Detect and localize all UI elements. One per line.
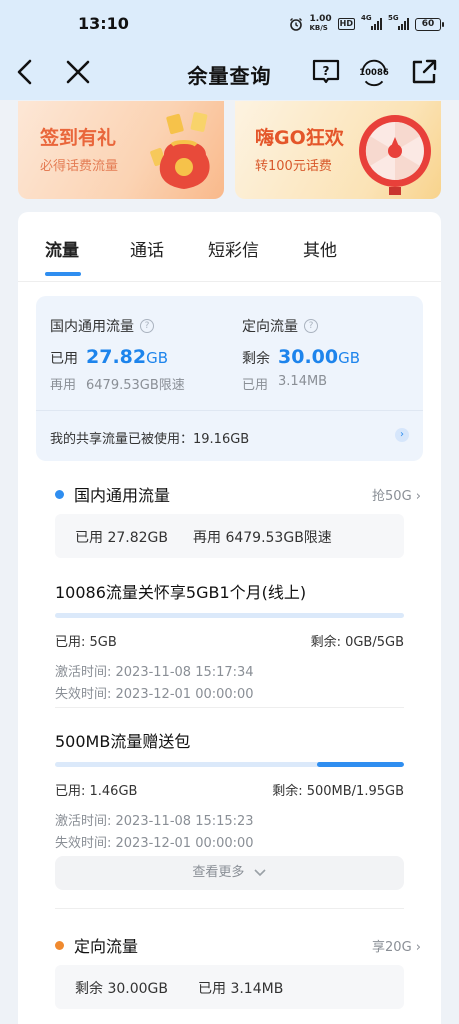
view-more-button[interactable]: 查看更多 <box>55 856 404 890</box>
chevron-right-icon: › <box>395 428 409 442</box>
package-title: 10086流量关怀享5GB1个月(线上) <box>55 583 307 602</box>
banner-title: 签到有礼 <box>40 127 117 149</box>
blue-dot-icon <box>55 489 64 499</box>
help-book-icon: ? <box>312 59 340 84</box>
directed-section-header: 定向流量 <box>55 933 138 957</box>
status-icons: 1.00 KB/S HD 4G 5G 60 <box>289 14 444 33</box>
remain-prefix: 再用 <box>50 378 77 393</box>
package-progress-bar <box>55 762 404 767</box>
package-title: 500MB流量赠送包 <box>55 732 191 751</box>
enjoy-20g-link[interactable]: 享20G › <box>372 936 421 955</box>
grab-50g-link[interactable]: 抢50G › <box>372 485 421 504</box>
active-tab-indicator <box>45 272 81 276</box>
tab-calls[interactable]: 通话 <box>130 236 164 261</box>
banner-title: 嗨GO狂欢 <box>255 127 344 149</box>
net2-label: 5G <box>388 14 399 22</box>
throttle-amount: 再用 6479.53GB限速 <box>193 530 332 546</box>
share-icon <box>412 59 437 84</box>
package-progress-fill <box>316 762 404 767</box>
tab-other[interactable]: 其他 <box>303 236 337 261</box>
remain-prefix: 剩余 <box>242 351 270 367</box>
package-remain: 剩余: 500MB/1.95GB <box>272 784 404 799</box>
hd-badge: HD <box>337 18 355 30</box>
section-title: 定向流量 <box>74 937 139 956</box>
svg-text:?: ? <box>323 64 330 78</box>
domestic-used-value: 27.82 <box>86 346 147 368</box>
signal-5g-icon: 5G <box>388 14 409 30</box>
package-item: 500MB流量赠送包 已用: 1.46GB 剩余: 500MB/1.95GB 激… <box>55 728 404 855</box>
domestic-usage-box: 已用 27.82GB 再用 6479.53GB限速 <box>55 514 404 558</box>
used-amount: 已用 3.14MB <box>198 981 284 997</box>
tab-data[interactable]: 流量 <box>45 236 79 261</box>
carnival-banner[interactable]: 嗨GO狂欢 转100元话费 <box>235 101 441 199</box>
directed-used-value: 3.14MB <box>278 374 328 389</box>
directed-label: 定向流量 <box>242 319 298 335</box>
status-time: 13:10 <box>78 14 129 33</box>
package-item: 10086流量关怀享5GB1个月(线上) 已用: 5GB 剩余: 0GB/5GB… <box>55 579 404 706</box>
link-label: 抢50G <box>372 489 412 504</box>
share-button[interactable] <box>408 56 440 88</box>
divider <box>55 908 404 909</box>
domestic-used-unit: GB <box>146 349 169 367</box>
tab-sms[interactable]: 短彩信 <box>208 236 259 261</box>
balance-card: 流量 通话 短彩信 其他 国内通用流量 ? 已用 27.82 GB 再用 647… <box>18 212 441 1024</box>
help-icon[interactable]: ? <box>140 319 154 333</box>
divider <box>55 707 404 708</box>
page-title: 余量查询 <box>187 64 272 88</box>
signal-4g-icon: 4G <box>361 14 382 30</box>
nav-bar: 余量查询 ? 10086 <box>0 46 459 98</box>
package-used: 已用: 5GB <box>55 635 117 650</box>
orange-dot-icon <box>55 940 64 950</box>
customer-service-icon: 10086 <box>359 59 389 87</box>
view-more-label: 查看更多 <box>192 865 245 880</box>
remain-amount: 剩余 30.00GB <box>75 981 168 997</box>
alarm-icon <box>290 18 303 31</box>
service-hotline-button[interactable]: 10086 <box>358 56 390 88</box>
data-summary-panel: 国内通用流量 ? 已用 27.82 GB 再用 6479.53GB限速 定向流量… <box>36 296 423 461</box>
used-prefix: 已用 <box>242 378 269 393</box>
directed-remain-unit: GB <box>338 349 361 367</box>
package-expire-time: 失效时间: 2023-12-01 00:00:00 <box>55 836 254 851</box>
package-activated-time: 激活时间: 2023-11-08 15:17:34 <box>55 665 254 680</box>
lucky-bag-icon <box>150 112 210 189</box>
chevron-down-icon <box>254 868 266 876</box>
domestic-summary: 国内通用流量 ? 已用 27.82 GB 再用 6479.53GB限速 <box>50 316 185 393</box>
directed-summary: 定向流量 ? 剩余 30.00 GB 已用 3.14MB <box>242 316 360 393</box>
domestic-label: 国内通用流量 <box>50 319 134 335</box>
package-remain: 剩余: 0GB/5GB <box>310 635 404 650</box>
package-used: 已用: 1.46GB <box>55 784 138 799</box>
status-bar: 13:10 1.00 KB/S HD 4G 5G 60 <box>0 0 459 44</box>
help-icon[interactable]: ? <box>304 319 318 333</box>
used-amount: 已用 27.82GB <box>75 530 168 546</box>
checkin-banner[interactable]: 签到有礼 必得话费流量 <box>18 101 224 199</box>
speed-value: 1.00 <box>309 14 332 24</box>
link-label: 享20G <box>372 940 412 955</box>
network-speed: 1.00 KB/S <box>309 15 331 33</box>
category-tabs: 流量 通话 短彩信 其他 <box>18 232 441 282</box>
shared-data-row[interactable]: 我的共享流量已被使用：19.16GB › <box>36 410 423 461</box>
speed-unit: KB/S <box>309 24 328 32</box>
package-expire-time: 失效时间: 2023-12-01 00:00:00 <box>55 687 254 702</box>
package-progress-bar <box>55 613 404 618</box>
section-title: 国内通用流量 <box>74 486 171 505</box>
service-number: 10086 <box>359 67 389 77</box>
battery-icon: 60 <box>415 17 444 31</box>
banner-subtitle: 转100元话费 <box>255 159 332 174</box>
throttle-threshold: 6479.53GB限速 <box>86 378 185 393</box>
prize-wheel-icon <box>359 115 431 195</box>
shared-data-text: 我的共享流量已被使用：19.16GB <box>50 432 250 447</box>
directed-usage-box: 剩余 30.00GB 已用 3.14MB <box>55 965 404 1009</box>
directed-remain-value: 30.00 <box>278 346 339 368</box>
net1-label: 4G <box>361 14 372 22</box>
used-prefix: 已用 <box>50 351 78 367</box>
package-activated-time: 激活时间: 2023-11-08 15:15:23 <box>55 814 254 829</box>
banner-subtitle: 必得话费流量 <box>40 159 119 174</box>
domestic-section-header: 国内通用流量 <box>55 482 170 506</box>
help-button[interactable]: ? <box>310 56 342 88</box>
